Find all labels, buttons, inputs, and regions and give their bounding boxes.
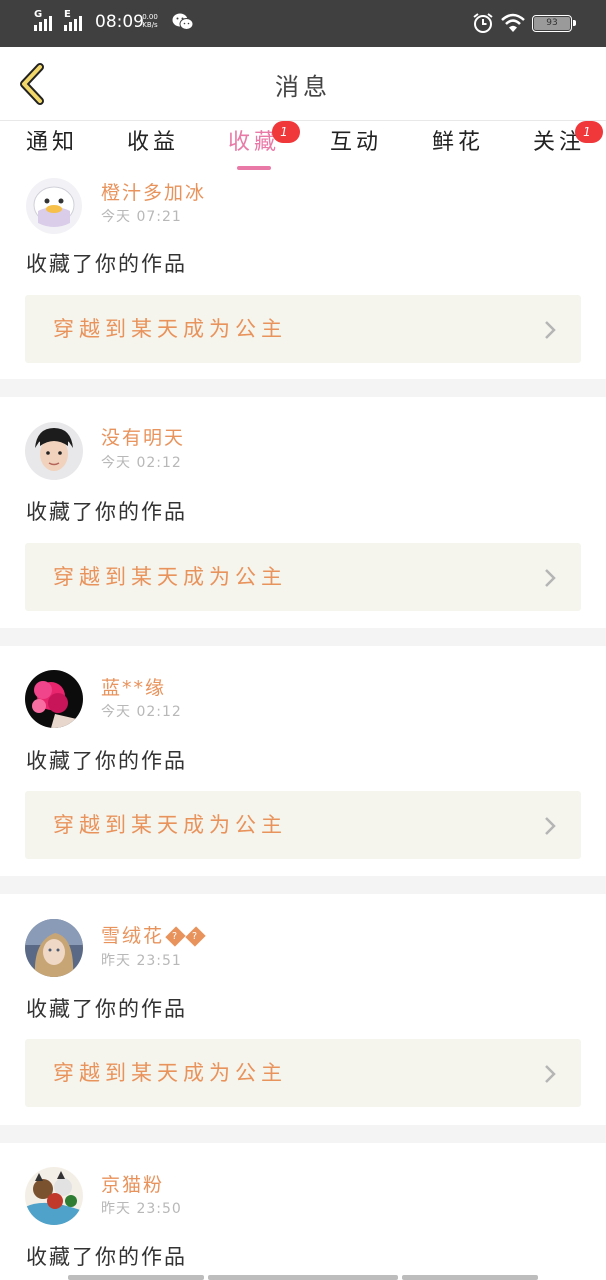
wifi-icon [501,13,525,32]
list-item: 京猫粉 昨天 23:50 收藏了你的作品 [0,1143,606,1280]
divider [0,1125,606,1143]
nav-gesture-bar [402,1275,538,1280]
list-item: 雪绒花?? 昨天 23:51 收藏了你的作品 穿越到某天成为公主 [0,894,606,1125]
tab-label: 互动 [330,130,383,155]
nav-gesture-bar [208,1275,398,1280]
nav-gesture-bar [68,1275,204,1280]
divider [0,379,606,397]
action-text: 收藏了你的作品 [26,749,187,773]
wechat-icon [172,13,194,30]
unread-badge: 1 [575,121,603,143]
tab-label: 鲜花 [432,130,485,155]
tab-notifications[interactable]: 通知 [26,128,78,172]
work-title: 穿越到某天成为公主 [53,1061,287,1085]
list-item: 蓝**缘 今天 02:12 收藏了你的作品 穿越到某天成为公主 [0,646,606,876]
cats-collage-avatar[interactable] [25,1167,83,1225]
speed-unit: KB/s [142,21,158,29]
signal-1-icon: G [34,9,52,31]
battery-icon: 93 [532,15,576,32]
work-link[interactable]: 穿越到某天成为公主 [25,295,581,363]
timestamp: 今天 07:21 [101,209,182,225]
unread-badge: 1 [272,121,300,143]
tab-interactions[interactable]: 互动 [330,128,382,172]
pink-flower-avatar[interactable] [25,670,83,728]
action-text: 收藏了你的作品 [26,1245,187,1269]
tab-earnings[interactable]: 收益 [127,128,179,172]
user-name-text: 雪绒花 [101,925,165,947]
chevron-right-icon [545,569,556,587]
tab-follows[interactable]: 关注 1 [533,121,603,172]
action-text: 收藏了你的作品 [26,252,187,276]
timestamp: 今天 02:12 [101,704,182,720]
network-type-1: G [34,9,43,20]
page-title: 消息 [275,73,331,101]
network-type-2: E [64,9,71,20]
unknown-char-icon: ? [165,926,186,947]
divider [0,876,606,894]
tab-favorites[interactable]: 收藏 1 [228,121,300,172]
tab-flowers[interactable]: 鲜花 [432,128,484,172]
divider [0,628,606,646]
signal-2-icon: E [64,9,82,31]
user-name[interactable]: 橙汁多加冰 [101,178,206,205]
tab-label: 收益 [127,130,180,155]
speed-value: 0.00 [142,13,158,21]
active-tab-indicator [237,166,271,170]
network-speed: 0.00 KB/s [140,13,160,29]
alarm-icon [473,13,493,33]
boy-portrait-avatar[interactable] [25,422,83,480]
white-duck-avatar[interactable] [25,177,83,235]
chevron-right-icon [545,321,556,339]
tab-bar: 通知 收益 收藏 1 互动 鲜花 关注 1 [0,121,606,172]
top-bar: 消息 [0,47,606,121]
work-link[interactable]: 穿越到某天成为公主 [25,543,581,611]
unknown-char-icon: ? [185,926,206,947]
status-bar: G E 08:09 0.00 KB/s 93 [0,0,606,47]
chevron-right-icon [545,1065,556,1083]
timestamp: 今天 02:12 [101,455,182,471]
timestamp: 昨天 23:51 [101,953,182,969]
work-title: 穿越到某天成为公主 [53,565,287,589]
action-text: 收藏了你的作品 [26,500,187,524]
girl-portrait-avatar[interactable] [25,919,83,977]
work-link[interactable]: 穿越到某天成为公主 [25,791,581,859]
tab-label: 通知 [26,130,79,155]
work-title: 穿越到某天成为公主 [53,813,287,837]
user-name[interactable]: 没有明天 [101,423,185,450]
work-title: 穿越到某天成为公主 [53,317,287,341]
timestamp: 昨天 23:50 [101,1201,182,1217]
clock: 08:09 [95,12,144,32]
user-name[interactable]: 京猫粉 [101,1170,164,1197]
work-link[interactable]: 穿越到某天成为公主 [25,1039,581,1107]
action-text: 收藏了你的作品 [26,997,187,1021]
user-name[interactable]: 雪绒花?? [101,921,206,948]
user-name[interactable]: 蓝**缘 [101,673,166,700]
list-item: 没有明天 今天 02:12 收藏了你的作品 穿越到某天成为公主 [0,397,606,628]
chevron-right-icon [545,817,556,835]
battery-level: 93 [534,17,570,30]
list-item: 橙汁多加冰 今天 07:21 收藏了你的作品 穿越到某天成为公主 [0,172,606,379]
